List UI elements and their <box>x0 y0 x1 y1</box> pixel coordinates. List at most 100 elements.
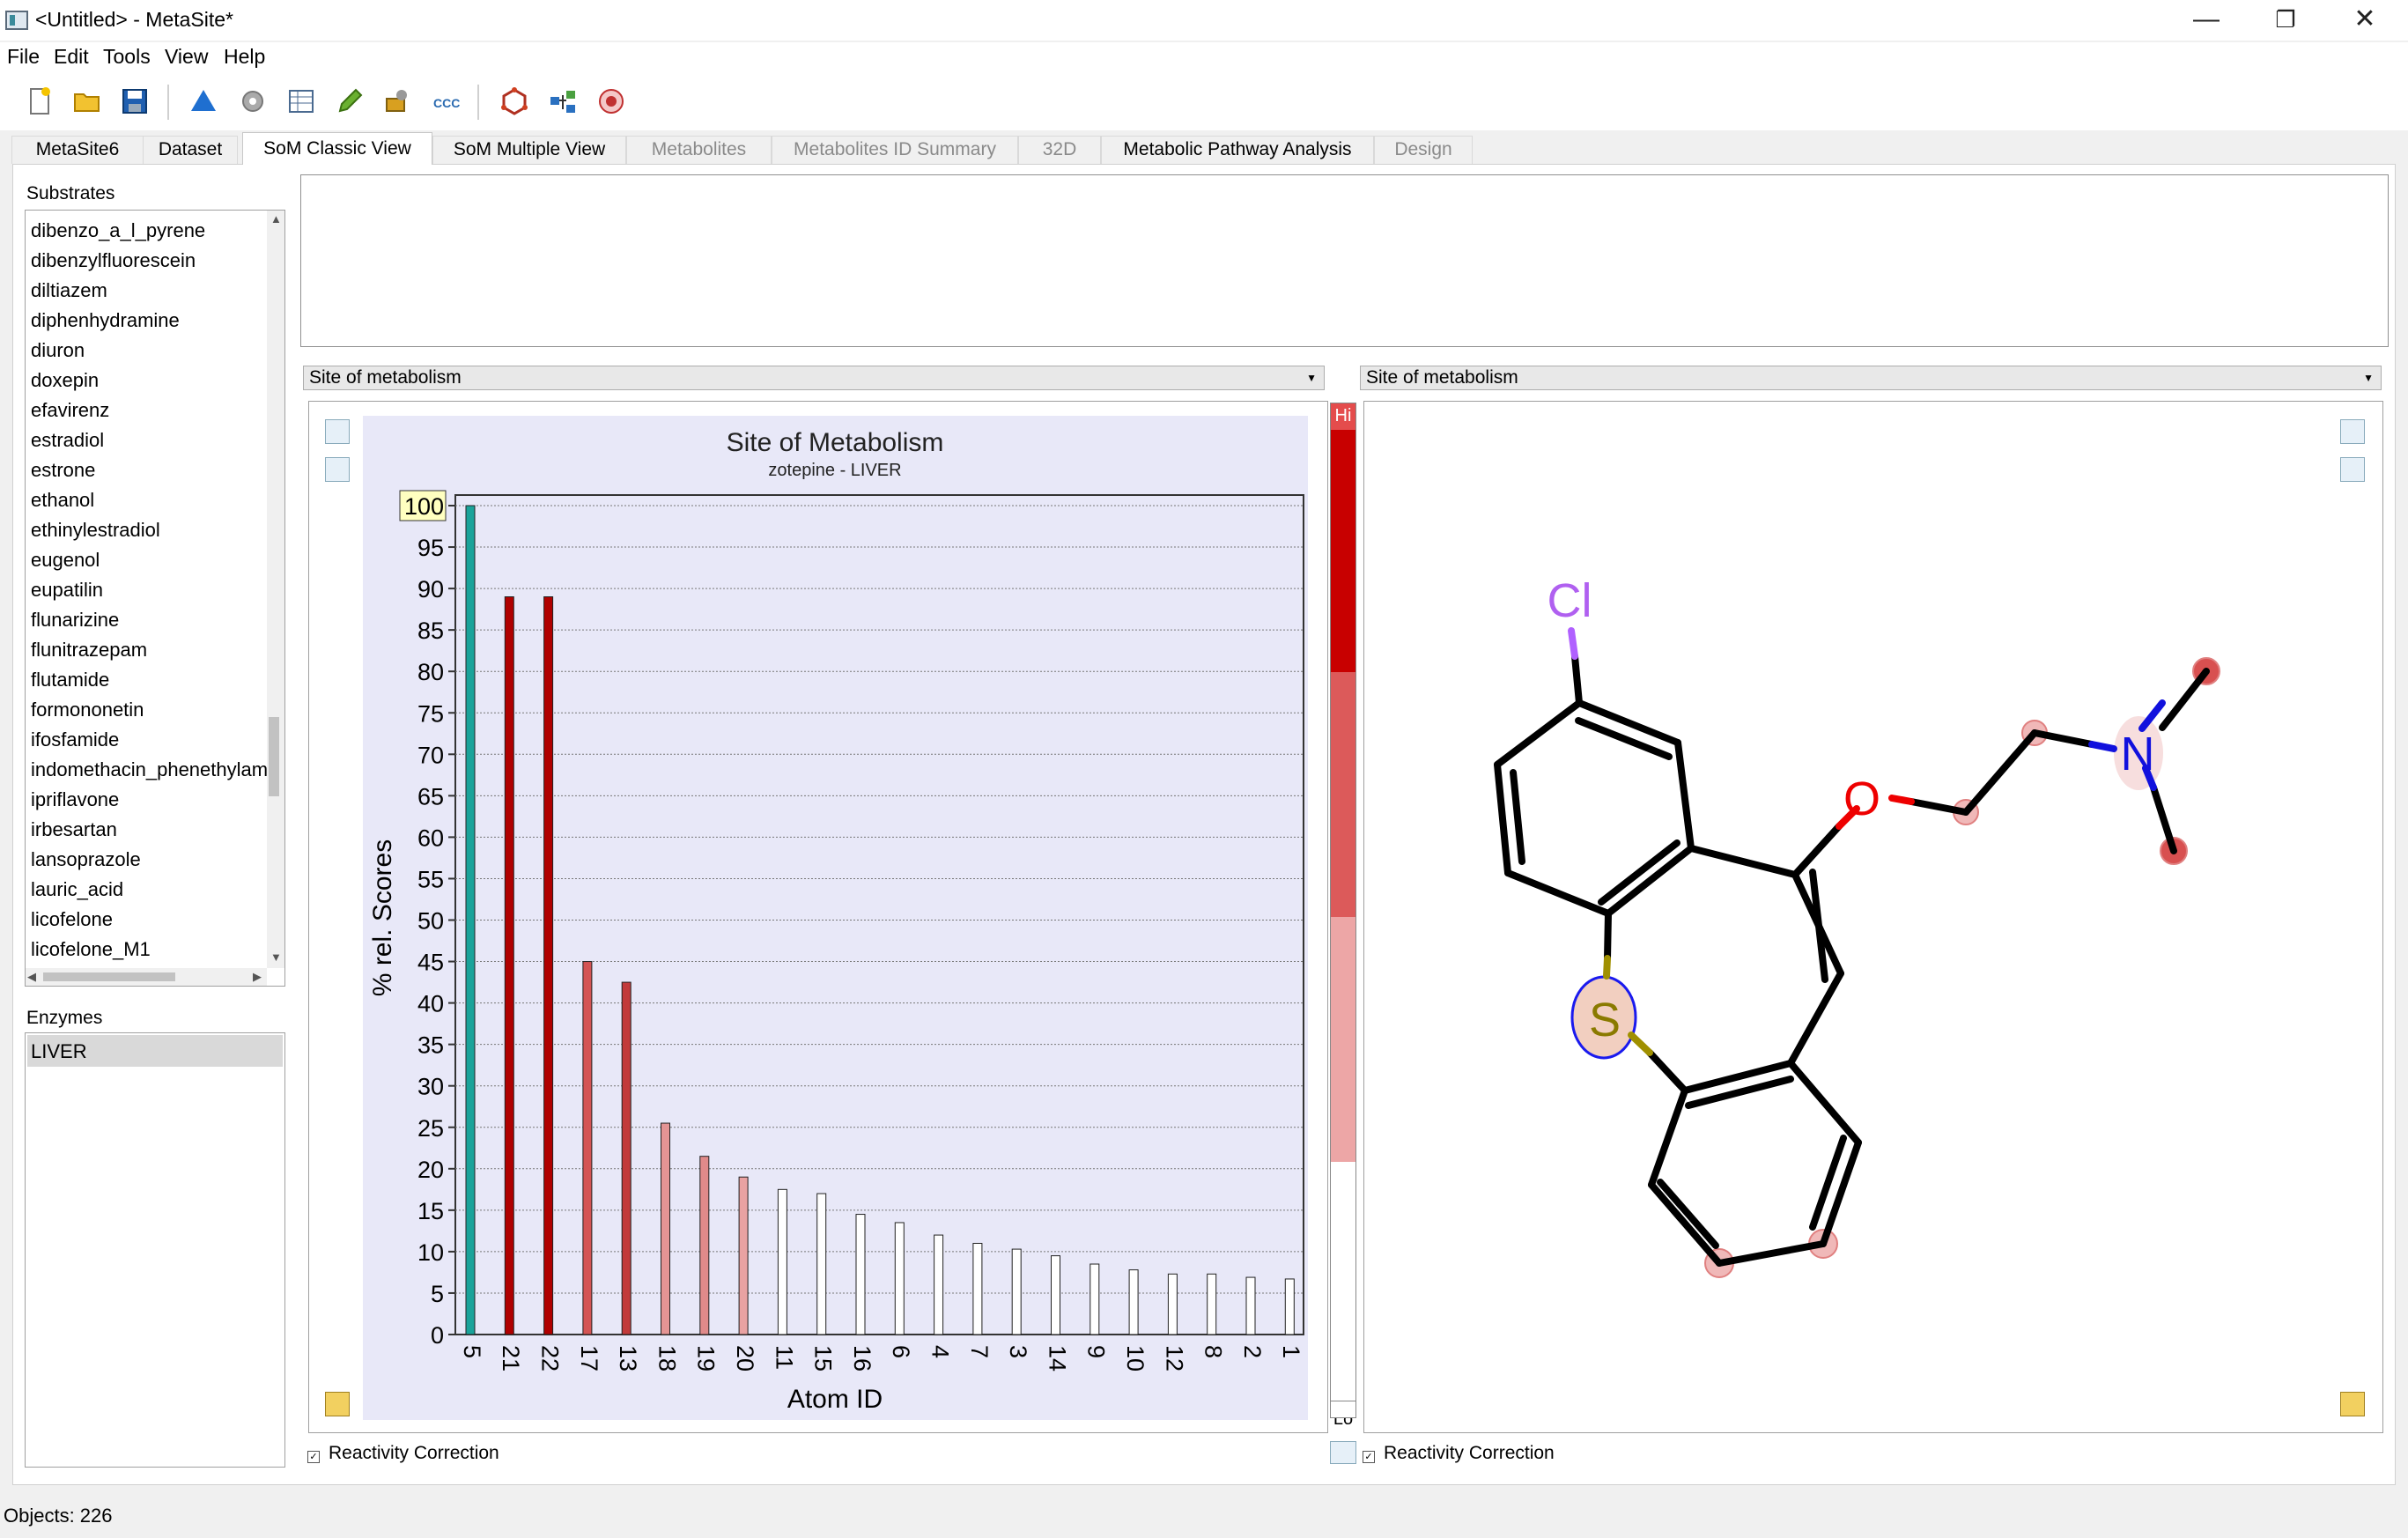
menu-tools[interactable]: Tools <box>103 45 151 69</box>
substrate-item[interactable]: eugenol <box>31 549 100 572</box>
table-icon[interactable] <box>286 86 316 116</box>
x-tick-label: 10 <box>1122 1345 1149 1372</box>
bar-atom-16[interactable] <box>855 1214 866 1335</box>
bar-atom-3[interactable] <box>1011 1248 1022 1335</box>
pencil-icon[interactable] <box>335 86 365 116</box>
substrate-item[interactable]: flutamide <box>31 669 109 691</box>
bar-atom-21[interactable] <box>504 596 514 1335</box>
enzymes-list[interactable]: LIVER <box>25 1032 285 1468</box>
bar-atom-5[interactable] <box>465 505 476 1335</box>
bar-atom-14[interactable] <box>1051 1255 1060 1335</box>
save-icon[interactable] <box>120 86 150 116</box>
right-view-selector[interactable]: Site of metabolism ▼ <box>1360 366 2382 390</box>
scroll-right-icon[interactable]: ▶ <box>253 970 262 984</box>
substrate-item[interactable]: ipriflavone <box>31 788 119 811</box>
substrate-item[interactable]: diltiazem <box>31 279 107 302</box>
substrate-item[interactable]: diphenhydramine <box>31 309 180 332</box>
wand-icon[interactable] <box>1330 1441 1356 1464</box>
checkbox-checked-icon[interactable]: ✓ <box>1363 1451 1375 1463</box>
molecule-gear-icon[interactable] <box>238 86 268 116</box>
bar-atom-18[interactable] <box>661 1122 670 1335</box>
scroll-left-icon[interactable]: ◀ <box>27 970 36 984</box>
checkbox-checked-icon[interactable]: ✓ <box>307 1451 320 1463</box>
pathway-icon[interactable] <box>548 86 578 116</box>
substrate-item[interactable]: eupatilin <box>31 579 103 602</box>
save-icon[interactable] <box>325 1392 350 1416</box>
chart-type-icon[interactable] <box>325 457 350 482</box>
tab-som-multiple-view[interactable]: SoM Multiple View <box>432 136 626 164</box>
substrate-item[interactable]: licofelone <box>31 908 113 931</box>
restore-button[interactable]: ❐ <box>2246 0 2325 41</box>
bar-atom-2[interactable] <box>1245 1276 1256 1335</box>
minimize-button[interactable]: — <box>2167 0 2246 41</box>
menu-file[interactable]: File <box>7 45 40 69</box>
tab-metabolic-pathway-analysis[interactable]: Metabolic Pathway Analysis <box>1101 136 1374 164</box>
chevron-down-icon[interactable]: ▼ <box>2363 366 2374 389</box>
left-view-selector[interactable]: Site of metabolism ▼ <box>303 366 1325 390</box>
bar-atom-6[interactable] <box>894 1222 905 1335</box>
substrate-item[interactable]: efavirenz <box>31 399 109 422</box>
new-file-icon[interactable] <box>25 86 55 116</box>
substrate-item[interactable]: formononetin <box>31 699 144 721</box>
bar-atom-20[interactable] <box>738 1176 749 1335</box>
hscroll-thumb[interactable] <box>43 972 175 981</box>
substrate-item[interactable]: diuron <box>31 339 85 362</box>
tab-dataset[interactable]: Dataset <box>143 136 238 164</box>
substrate-item[interactable]: estradiol <box>31 429 104 452</box>
bar-atom-4[interactable] <box>934 1234 944 1335</box>
substrate-item[interactable]: ethanol <box>31 489 94 512</box>
substrates-vertical-scrollbar[interactable]: ▲ ▼ <box>267 211 284 968</box>
bar-atom-10[interactable] <box>1128 1269 1139 1335</box>
left-reactivity-correction[interactable]: ✓ Reactivity Correction <box>307 1443 499 1464</box>
substrate-item[interactable]: irbesartan <box>31 818 117 841</box>
menu-edit[interactable]: Edit <box>54 45 89 69</box>
list-item-selected[interactable]: LIVER <box>27 1035 283 1067</box>
scroll-up-icon[interactable]: ▲ <box>270 212 282 226</box>
substrate-item[interactable]: flunitrazepam <box>31 639 147 662</box>
hex-molecule-icon[interactable] <box>499 86 529 116</box>
close-button[interactable]: ✕ <box>2325 0 2404 41</box>
substrate-item[interactable]: ifosfamide <box>31 728 119 751</box>
substrate-item[interactable]: indomethacin_phenethylamide <box>31 758 267 781</box>
substrate-item[interactable]: flunarizine <box>31 609 119 632</box>
tab-som-classic-view[interactable]: SoM Classic View <box>242 132 432 165</box>
bar-atom-17[interactable] <box>582 961 593 1335</box>
substrate-item[interactable]: licofelone_M1 <box>31 938 151 961</box>
target-icon[interactable] <box>596 86 626 116</box>
substrates-list[interactable]: dibenzo_a_l_pyrene dibenzylfluorescein dil… <box>25 210 285 987</box>
substrate-item[interactable]: dibenzylfluorescein <box>31 249 196 272</box>
ccc-icon[interactable]: CCC <box>432 86 462 116</box>
y-tick-label: 5 <box>431 1281 444 1307</box>
bar-atom-19[interactable] <box>699 1156 710 1335</box>
scroll-down-icon[interactable]: ▼ <box>270 950 282 964</box>
substrate-item[interactable]: ethinylestradiol <box>31 519 160 542</box>
bar-atom-13[interactable] <box>621 981 632 1335</box>
bar-atom-15[interactable] <box>816 1193 827 1335</box>
y-tick-label: 75 <box>417 700 444 727</box>
substrate-item[interactable]: lauric_acid <box>31 878 123 901</box>
bar-atom-22[interactable] <box>543 596 554 1335</box>
bar-atom-9[interactable] <box>1090 1263 1100 1335</box>
substrate-item[interactable]: lansoprazole <box>31 848 141 871</box>
chevron-down-icon[interactable]: ▼ <box>1306 366 1317 389</box>
substrates-horizontal-scrollbar[interactable]: ◀ ▶ <box>26 968 267 986</box>
bar-atom-12[interactable] <box>1167 1273 1178 1335</box>
substrate-item[interactable]: estrone <box>31 459 95 482</box>
bar-atom-8[interactable] <box>1207 1273 1217 1335</box>
menu-help[interactable]: Help <box>224 45 265 69</box>
bar-atom-11[interactable] <box>777 1188 787 1335</box>
bar-atom-1[interactable] <box>1284 1278 1295 1335</box>
substrate-item[interactable]: doxepin <box>31 369 99 392</box>
menu-view[interactable]: View <box>165 45 208 69</box>
open-folder-icon[interactable] <box>72 86 102 116</box>
scroll-thumb[interactable] <box>269 717 279 796</box>
bar-atom-7[interactable] <box>972 1242 983 1335</box>
settings-tools-icon[interactable] <box>382 86 412 116</box>
right-reactivity-correction[interactable]: ✓ Reactivity Correction <box>1363 1443 1555 1464</box>
snapshot-icon[interactable] <box>325 419 350 444</box>
y-tick-label: 50 <box>417 908 444 935</box>
substrate-item[interactable]: dibenzo_a_l_pyrene <box>31 219 205 242</box>
tab-metasite6[interactable]: MetaSite6 <box>11 136 144 164</box>
triangle-icon[interactable] <box>188 86 218 116</box>
molecule-viewer[interactable]: Cl O N S <box>1363 401 2383 1433</box>
